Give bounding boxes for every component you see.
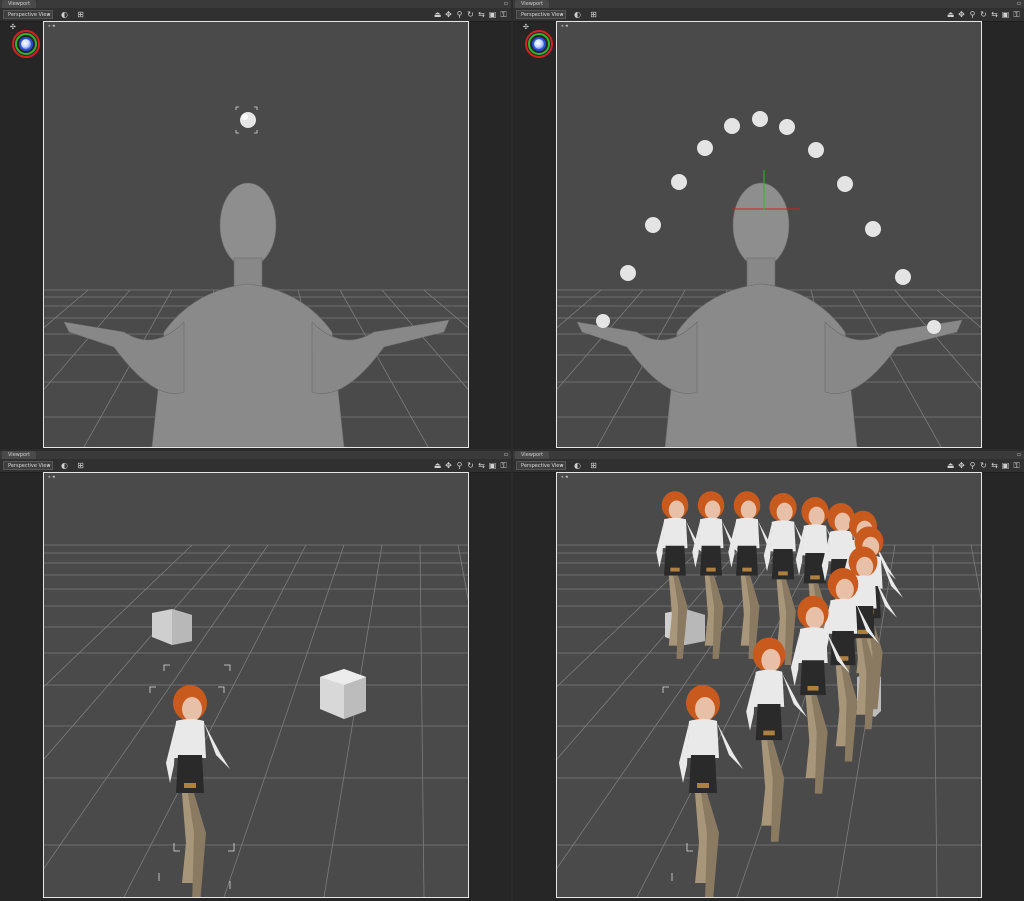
viewport-canvas[interactable]: ⁎ ◂ bbox=[556, 21, 982, 448]
pan-icon[interactable]: ✥ bbox=[444, 461, 453, 470]
view-options-icon[interactable]: ⊞ bbox=[589, 461, 598, 470]
viewport-canvas[interactable]: ⁎ ◂ bbox=[556, 472, 982, 898]
floating-sphere bbox=[235, 106, 258, 134]
draw-style-icon[interactable]: ◐ bbox=[573, 10, 582, 19]
viewport-pane-top-right: Viewport ▫ Perspective View ▾ ◐ ⊞ ⏏ ✥ ⚲ ↻… bbox=[513, 0, 1024, 449]
view-select-dropdown[interactable]: Perspective View ▾ bbox=[3, 461, 53, 470]
zoom-icon[interactable]: ⚲ bbox=[455, 10, 464, 19]
view-select-label: Perspective View bbox=[8, 463, 51, 469]
scene-render bbox=[557, 491, 981, 897]
pane-menu-icon[interactable]: ▫ bbox=[1017, 451, 1021, 459]
scene-render bbox=[557, 111, 981, 447]
rotate-icon[interactable]: ↻ bbox=[466, 461, 475, 470]
draw-style-icon[interactable]: ◐ bbox=[60, 461, 69, 470]
viewport-toolbar: Perspective View ▾ ◐ ⊞ ⏏ ✥ ⚲ ↻ ⇆ ▣ ⚿ bbox=[513, 459, 1024, 473]
lock-icon[interactable]: ⚿ bbox=[1012, 461, 1021, 470]
box-prop-large bbox=[320, 669, 366, 719]
view-select-dropdown[interactable]: Perspective View ▾ bbox=[516, 461, 566, 470]
tab-viewport[interactable]: Viewport bbox=[2, 0, 37, 8]
selection-brackets bbox=[662, 686, 693, 881]
viewport-canvas[interactable]: ⁎ ◂ bbox=[43, 472, 469, 898]
figure-crowd bbox=[656, 491, 903, 897]
box-prop-small bbox=[152, 609, 192, 645]
viewport-pane-bottom-right: Viewport ▫ Perspective View ▾ ◐ ⊞ ⏏ ✥ ⚲ ↻… bbox=[513, 451, 1024, 901]
dolly-icon[interactable]: ⇆ bbox=[477, 10, 486, 19]
dolly-icon[interactable]: ⇆ bbox=[477, 461, 486, 470]
navigation-gizmo[interactable] bbox=[12, 30, 40, 58]
rotate-icon[interactable]: ↻ bbox=[466, 10, 475, 19]
pane-menu-icon[interactable]: ▫ bbox=[504, 451, 508, 459]
zoom-icon[interactable]: ⚲ bbox=[455, 461, 464, 470]
viewport-canvas[interactable]: ⁎ ◂ bbox=[43, 21, 469, 448]
chevron-down-icon: ▾ bbox=[47, 12, 50, 18]
floor-grid bbox=[44, 544, 468, 897]
manipulator-toggle-icon[interactable]: ✣ bbox=[523, 23, 529, 31]
frame-icon[interactable]: ▣ bbox=[1001, 10, 1010, 19]
tab-bar: Viewport ▫ bbox=[513, 0, 1024, 8]
zoom-icon[interactable]: ⚲ bbox=[968, 10, 977, 19]
camera-controls: ⏏ ✥ ⚲ ↻ ⇆ ▣ ⚿ bbox=[946, 461, 1021, 470]
view-select-dropdown[interactable]: Perspective View ▾ bbox=[516, 10, 566, 19]
human-figure bbox=[63, 182, 450, 447]
view-select-label: Perspective View bbox=[521, 463, 564, 469]
camera-orbit-icon[interactable]: ⏏ bbox=[433, 10, 442, 19]
rotate-icon[interactable]: ↻ bbox=[979, 461, 988, 470]
viewport-toolbar: Perspective View ▾ ◐ ⊞ ⏏ ✥ ⚲ ↻ ⇆ ▣ ⚿ bbox=[0, 8, 511, 22]
lock-icon[interactable]: ⚿ bbox=[1012, 10, 1021, 19]
navigation-gizmo[interactable] bbox=[525, 30, 553, 58]
scene-render bbox=[44, 544, 468, 897]
rotate-icon[interactable]: ↻ bbox=[979, 10, 988, 19]
scene-render bbox=[44, 106, 468, 447]
camera-controls: ⏏ ✥ ⚲ ↻ ⇆ ▣ ⚿ bbox=[433, 10, 508, 19]
dolly-icon[interactable]: ⇆ bbox=[990, 461, 999, 470]
camera-orbit-icon[interactable]: ⏏ bbox=[433, 461, 442, 470]
frame-icon[interactable]: ▣ bbox=[488, 461, 497, 470]
pane-menu-icon[interactable]: ▫ bbox=[1017, 0, 1021, 8]
camera-orbit-icon[interactable]: ⏏ bbox=[946, 10, 955, 19]
viewport-pane-bottom-left: Viewport ▫ Perspective View ▾ ◐ ⊞ ⏏ ✥ ⚲ ↻… bbox=[0, 451, 511, 901]
camera-controls: ⏏ ✥ ⚲ ↻ ⇆ ▣ ⚿ bbox=[433, 461, 508, 470]
draw-style-icon[interactable]: ◐ bbox=[60, 10, 69, 19]
lock-icon[interactable]: ⚿ bbox=[499, 10, 508, 19]
female-figure bbox=[166, 685, 230, 897]
view-options-icon[interactable]: ⊞ bbox=[76, 461, 85, 470]
tab-viewport[interactable]: Viewport bbox=[515, 451, 550, 459]
tab-viewport[interactable]: Viewport bbox=[2, 451, 37, 459]
tab-bar: Viewport ▫ bbox=[0, 0, 511, 8]
lock-icon[interactable]: ⚿ bbox=[499, 461, 508, 470]
chevron-down-icon: ▾ bbox=[47, 463, 50, 469]
camera-orbit-icon[interactable]: ⏏ bbox=[946, 461, 955, 470]
chevron-down-icon: ▾ bbox=[560, 12, 563, 18]
pan-icon[interactable]: ✥ bbox=[957, 10, 966, 19]
frame-icon[interactable]: ▣ bbox=[488, 10, 497, 19]
human-figure bbox=[576, 182, 963, 447]
draw-style-icon[interactable]: ◐ bbox=[573, 461, 582, 470]
view-select-label: Perspective View bbox=[8, 12, 51, 18]
camera-controls: ⏏ ✥ ⚲ ↻ ⇆ ▣ ⚿ bbox=[946, 10, 1021, 19]
viewport-pane-top-left: Viewport ▫ Perspective View ▾ ◐ ⊞ ⏏ ✥ ⚲ ↻… bbox=[0, 0, 511, 449]
view-select-label: Perspective View bbox=[521, 12, 564, 18]
view-options-icon[interactable]: ⊞ bbox=[76, 10, 85, 19]
pan-icon[interactable]: ✥ bbox=[444, 10, 453, 19]
manipulator-toggle-icon[interactable]: ✣ bbox=[10, 23, 16, 31]
dolly-icon[interactable]: ⇆ bbox=[990, 10, 999, 19]
viewport-toolbar: Perspective View ▾ ◐ ⊞ ⏏ ✥ ⚲ ↻ ⇆ ▣ ⚿ bbox=[513, 8, 1024, 22]
tab-viewport[interactable]: Viewport bbox=[515, 0, 550, 8]
chevron-down-icon: ▾ bbox=[560, 463, 563, 469]
pan-icon[interactable]: ✥ bbox=[957, 461, 966, 470]
frame-icon[interactable]: ▣ bbox=[1001, 461, 1010, 470]
tab-bar: Viewport ▫ bbox=[0, 451, 511, 459]
pane-menu-icon[interactable]: ▫ bbox=[504, 0, 508, 8]
view-options-icon[interactable]: ⊞ bbox=[589, 10, 598, 19]
tab-bar: Viewport ▫ bbox=[513, 451, 1024, 459]
zoom-icon[interactable]: ⚲ bbox=[968, 461, 977, 470]
viewport-toolbar: Perspective View ▾ ◐ ⊞ ⏏ ✥ ⚲ ↻ ⇆ ▣ ⚿ bbox=[0, 459, 511, 473]
crowd-figure bbox=[679, 685, 743, 897]
view-select-dropdown[interactable]: Perspective View ▾ bbox=[3, 10, 53, 19]
